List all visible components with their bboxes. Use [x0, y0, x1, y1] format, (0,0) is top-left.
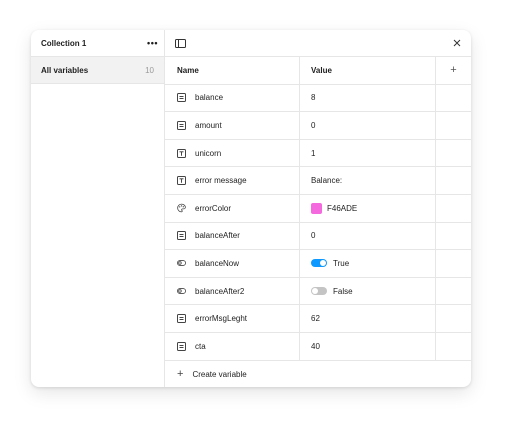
color-type-icon [177, 203, 186, 213]
variable-name-cell[interactable]: balanceAfter2 [165, 277, 300, 305]
table-row[interactable]: unicorn 1 [165, 139, 471, 168]
plus-icon: + [450, 64, 457, 77]
number-type-icon [177, 93, 186, 103]
number-type-icon [177, 341, 186, 351]
variable-name: balanceAfter2 [195, 286, 245, 296]
number-type-icon [177, 120, 186, 130]
boolean-toggle[interactable] [311, 259, 327, 268]
variable-value: True [333, 258, 350, 268]
table-row[interactable]: error message Balance: [165, 167, 471, 195]
empty-cell [436, 195, 471, 222]
empty-cell [436, 333, 471, 360]
string-type-icon [177, 176, 186, 186]
empty-cell [436, 167, 471, 194]
variable-value: 1 [311, 148, 316, 158]
sidebar-item-all-variables[interactable]: All variables 10 [31, 57, 164, 84]
variable-name: errorColor [195, 203, 232, 213]
variable-value-cell[interactable]: F46ADE [300, 194, 436, 222]
create-variable-button[interactable]: + Create variable [165, 361, 471, 387]
table-row[interactable]: balanceAfter2 False [165, 277, 471, 306]
variable-value: 0 [311, 231, 316, 241]
variables-main: Name Value + balance 8 amount 0 unicorn 1 erro… [165, 30, 471, 387]
variable-value-cell[interactable]: 0 [300, 112, 436, 139]
table-row[interactable]: cta 40 [165, 332, 471, 361]
more-options-icon[interactable]: ••• [147, 38, 158, 48]
variable-value: 0 [311, 120, 316, 130]
sidebar-item-count: 10 [145, 65, 154, 75]
boolean-toggle[interactable] [311, 287, 327, 296]
variable-value: F46ADE [327, 203, 358, 213]
empty-cell [436, 140, 471, 167]
variable-name: balance [195, 93, 224, 103]
sidebar-toggle-icon[interactable] [175, 38, 186, 48]
sidebar-item-label: All variables [41, 65, 89, 75]
toggle-knob [312, 288, 318, 295]
variable-name: amount [195, 120, 222, 130]
close-icon[interactable] [453, 39, 461, 47]
variable-value-cell[interactable]: True [300, 250, 436, 277]
variable-value: 8 [311, 93, 316, 103]
column-header-name: Name [165, 57, 300, 84]
boolean-type-icon [177, 259, 186, 268]
variable-value-cell[interactable]: 62 [300, 305, 436, 332]
number-type-icon [177, 231, 186, 241]
empty-cell [436, 85, 471, 112]
collections-sidebar: Collection 1 ••• All variables 10 [31, 30, 165, 387]
variable-name: unicorn [195, 148, 222, 158]
add-column-button[interactable]: + [436, 57, 471, 84]
variable-value-cell[interactable]: 40 [300, 332, 436, 360]
variables-panel: Collection 1 ••• All variables 10 Name V… [31, 30, 471, 387]
table-row[interactable]: errorColor F46ADE [165, 194, 471, 223]
variable-name: balanceAfter [195, 231, 240, 241]
variable-value: 62 [311, 314, 320, 324]
variable-name-cell[interactable]: unicorn [165, 139, 300, 167]
table-row[interactable]: balance 8 [165, 84, 471, 113]
color-swatch[interactable] [311, 202, 322, 214]
column-header-value: Value [300, 57, 436, 84]
variable-name: errorMsgLeght [195, 314, 248, 324]
toggle-knob [320, 260, 326, 267]
variable-name: cta [195, 341, 206, 351]
variable-value: False [333, 286, 353, 296]
variable-name: balanceNow [195, 258, 240, 268]
table-row[interactable]: balanceAfter 0 [165, 222, 471, 251]
string-type-icon [177, 148, 186, 158]
variables-table-body: balance 8 amount 0 unicorn 1 error message Bala… [165, 84, 471, 361]
variable-name-cell[interactable]: error message [165, 167, 300, 194]
main-header [165, 30, 471, 57]
variable-name-cell[interactable]: amount [165, 112, 300, 139]
plus-icon: + [177, 368, 184, 381]
variable-name-cell[interactable]: cta [165, 332, 300, 360]
collection-header[interactable]: Collection 1 ••• [31, 30, 164, 57]
collection-title: Collection 1 [41, 38, 87, 48]
table-row[interactable]: balanceNow True [165, 250, 471, 278]
variable-value-cell[interactable]: Balance: [300, 167, 436, 194]
variable-name-cell[interactable]: errorColor [165, 194, 300, 222]
create-variable-label: Create variable [192, 369, 247, 379]
empty-cell [436, 112, 471, 139]
variable-name-cell[interactable]: balance [165, 84, 300, 112]
variable-value-cell[interactable]: False [300, 277, 436, 305]
table-row[interactable]: amount 0 [165, 112, 471, 140]
variable-name-cell[interactable]: balanceNow [165, 250, 300, 277]
variable-value-cell[interactable]: 1 [300, 139, 436, 167]
boolean-type-icon [177, 287, 186, 296]
variable-value: 40 [311, 341, 320, 351]
variable-value: Balance: [311, 176, 343, 186]
empty-cell [436, 250, 471, 277]
table-row[interactable]: errorMsgLeght 62 [165, 305, 471, 333]
empty-cell [436, 223, 471, 250]
number-type-icon [177, 314, 186, 324]
variable-name: error message [195, 176, 247, 186]
empty-cell [436, 278, 471, 305]
variable-value-cell[interactable]: 0 [300, 222, 436, 250]
variable-name-cell[interactable]: errorMsgLeght [165, 305, 300, 332]
variable-name-cell[interactable]: balanceAfter [165, 222, 300, 250]
variable-value-cell[interactable]: 8 [300, 84, 436, 112]
table-header: Name Value + [165, 57, 471, 85]
empty-cell [436, 305, 471, 332]
